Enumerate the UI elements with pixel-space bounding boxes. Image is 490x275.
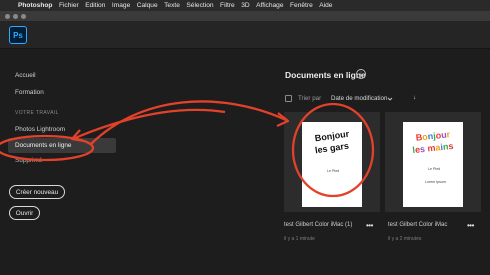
more-options-icon[interactable]: •••: [467, 221, 474, 230]
menu-aide[interactable]: Aide: [319, 2, 332, 9]
document-date-1: il y a 1 minute: [284, 236, 315, 242]
create-new-button[interactable]: Créer nouveau: [9, 185, 65, 199]
menu-photoshop[interactable]: Photoshop: [18, 2, 52, 9]
window-titlebar: [0, 11, 490, 21]
document-thumbnail-2[interactable]: Bonjour les mains Le Pied Lorem Ipsum: [403, 122, 463, 207]
sidebar-item-lightroom[interactable]: Photos Lightroom: [15, 126, 65, 133]
select-all-checkbox[interactable]: [285, 95, 292, 102]
app-header: [0, 21, 490, 49]
sidebar-item-accueil[interactable]: Accueil: [15, 72, 36, 79]
document-name-1[interactable]: test Gilbert Color iMac (1): [284, 222, 352, 228]
sidebar-item-deleted[interactable]: Supprimé: [15, 157, 42, 164]
info-icon[interactable]: i: [356, 69, 366, 79]
sort-label: Trier par: [298, 95, 322, 102]
sidebar-item-cloud-documents[interactable]: Documents en ligne: [15, 142, 71, 149]
sort-direction-icon[interactable]: ↓: [413, 94, 416, 101]
doc2-subcaption: Lorem Ipsum: [425, 180, 446, 184]
menu-edition[interactable]: Edition: [85, 2, 105, 9]
menu-calque[interactable]: Calque: [137, 2, 158, 9]
sort-dropdown[interactable]: Date de modification: [331, 95, 387, 102]
more-options-icon[interactable]: •••: [366, 221, 373, 230]
open-button[interactable]: Ouvrir: [9, 206, 40, 220]
page-title: Documents en ligne: [285, 70, 366, 80]
menu-fichier[interactable]: Fichier: [59, 2, 79, 9]
minimize-window-button[interactable]: [13, 13, 18, 19]
menu-bar: Photoshop Fichier Edition Image Calque T…: [0, 0, 490, 11]
photoshop-logo[interactable]: Ps: [9, 26, 27, 44]
document-date-2: il y a 2 minutes: [388, 236, 422, 242]
annotation-arrow-right: [89, 100, 287, 146]
document-thumbnail-1[interactable]: Bonjour les gars Le Pied: [302, 122, 362, 207]
chevron-down-icon[interactable]: [387, 96, 393, 102]
annotation-arrow-left: [74, 108, 226, 140]
menu-texte[interactable]: Texte: [164, 2, 180, 9]
doc1-caption: Le Pied: [327, 169, 340, 173]
menu-filtre[interactable]: Filtre: [220, 2, 235, 9]
doc2-caption: Le Pied: [428, 167, 441, 171]
menu-3d[interactable]: 3D: [241, 2, 249, 9]
menu-image[interactable]: Image: [112, 2, 130, 9]
document-name-2[interactable]: test Gilbert Color iMac: [388, 222, 447, 228]
close-window-button[interactable]: [5, 13, 10, 19]
zoom-window-button[interactable]: [21, 13, 26, 19]
doc2-line-2: les mains: [411, 140, 454, 156]
menu-selection[interactable]: Sélection: [186, 2, 213, 9]
sidebar-item-formation[interactable]: Formation: [15, 89, 44, 96]
menu-affichage[interactable]: Affichage: [256, 2, 283, 9]
sidebar-section-heading: VOTRE TRAVAIL: [15, 110, 59, 116]
menu-fenetre[interactable]: Fenêtre: [290, 2, 313, 9]
